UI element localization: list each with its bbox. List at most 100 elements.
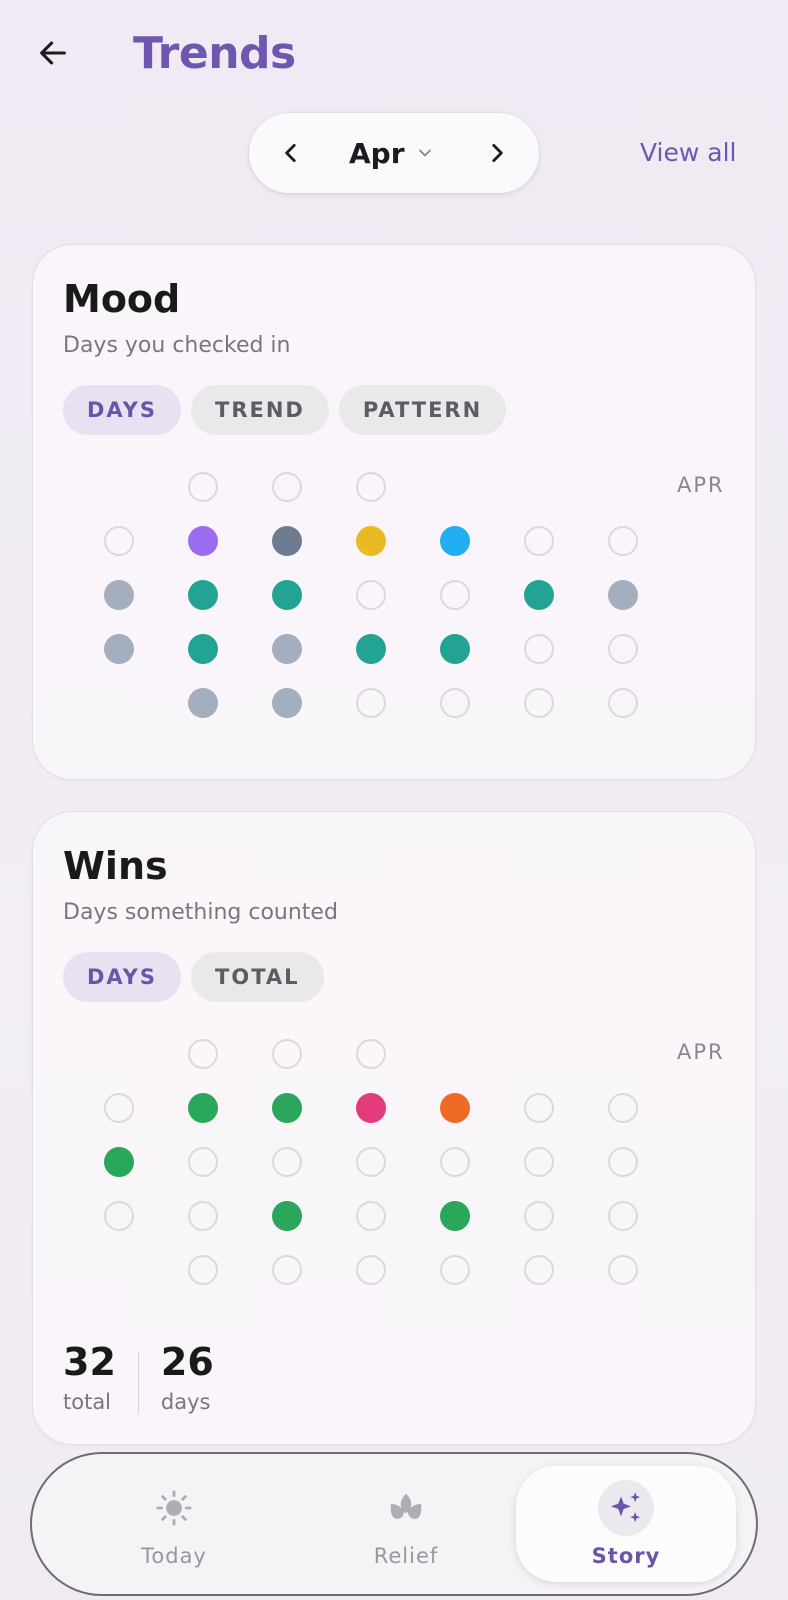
day-dot-empty[interactable]: [608, 1093, 638, 1123]
day-dot-empty[interactable]: [188, 1255, 218, 1285]
day-dot-filled[interactable]: [440, 1201, 470, 1231]
sparkles-icon: [598, 1480, 654, 1536]
day-dot-empty[interactable]: [524, 526, 554, 556]
chip-total[interactable]: TOTAL: [191, 952, 324, 1002]
nav-story-label: Story: [591, 1544, 661, 1568]
stat-days-value: 26: [160, 1340, 214, 1384]
day-dot-filled[interactable]: [272, 1093, 302, 1123]
day-dot-filled[interactable]: [356, 526, 386, 556]
bottom-navigation: Today Relief Story: [30, 1452, 758, 1596]
mood-card: Mood Days you checked in DAYS TREND PATT…: [32, 244, 756, 780]
arrow-left-icon: [40, 41, 66, 65]
chevron-left-icon: [285, 144, 296, 162]
nav-relief-label: Relief: [373, 1544, 439, 1568]
day-dot-empty[interactable]: [608, 1255, 638, 1285]
day-dot-empty[interactable]: [104, 1201, 134, 1231]
day-dot-empty[interactable]: [608, 1201, 638, 1231]
view-all-link[interactable]: View all: [640, 138, 736, 167]
day-dot-empty[interactable]: [356, 472, 386, 502]
day-dot-filled[interactable]: [356, 634, 386, 664]
day-dot-empty[interactable]: [524, 688, 554, 718]
day-dot-filled[interactable]: [188, 580, 218, 610]
day-dot-filled[interactable]: [188, 688, 218, 718]
day-dot-empty[interactable]: [188, 1201, 218, 1231]
chip-days[interactable]: DAYS: [63, 952, 182, 1002]
day-dot-filled[interactable]: [524, 580, 554, 610]
day-dot-empty[interactable]: [524, 1093, 554, 1123]
chip-pattern[interactable]: PATTERN: [338, 385, 507, 435]
day-dot-empty[interactable]: [440, 580, 470, 610]
day-dot-empty[interactable]: [188, 1147, 218, 1177]
day-dot-filled[interactable]: [188, 634, 218, 664]
day-dot-filled[interactable]: [272, 688, 302, 718]
day-dot-filled[interactable]: [188, 1093, 218, 1123]
day-dot-empty[interactable]: [356, 688, 386, 718]
next-month-button[interactable]: [477, 133, 517, 173]
day-dot-filled[interactable]: [272, 526, 302, 556]
day-dot-filled[interactable]: [104, 1147, 134, 1177]
day-dot-empty[interactable]: [188, 472, 218, 502]
mood-month-label: APR: [677, 473, 725, 497]
mood-view-chips: DAYS TREND PATTERN: [63, 385, 507, 435]
nav-today-label: Today: [141, 1544, 207, 1568]
day-dot-filled[interactable]: [440, 526, 470, 556]
chip-days[interactable]: DAYS: [63, 385, 182, 435]
day-dot-empty[interactable]: [356, 1039, 386, 1069]
day-dot-empty[interactable]: [608, 526, 638, 556]
day-dot-filled[interactable]: [440, 1093, 470, 1123]
day-dot-empty[interactable]: [356, 1147, 386, 1177]
day-dot-filled[interactable]: [272, 634, 302, 664]
day-dot-empty[interactable]: [524, 1147, 554, 1177]
chip-trend[interactable]: TREND: [191, 385, 329, 435]
day-dot-filled[interactable]: [440, 634, 470, 664]
day-dot-filled[interactable]: [272, 580, 302, 610]
day-dot-empty[interactable]: [272, 1147, 302, 1177]
day-dot-empty[interactable]: [608, 1147, 638, 1177]
nav-today[interactable]: Today: [94, 1454, 254, 1594]
previous-month-button[interactable]: [271, 133, 311, 173]
stat-days-label: days: [160, 1390, 211, 1414]
day-dot-empty[interactable]: [188, 1039, 218, 1069]
chevron-down-icon: [418, 149, 431, 157]
wins-card: Wins Days something counted DAYS TOTAL A…: [32, 811, 756, 1445]
day-dot-empty[interactable]: [608, 634, 638, 664]
day-dot-filled[interactable]: [608, 580, 638, 610]
day-dot-filled[interactable]: [104, 634, 134, 664]
day-dot-filled[interactable]: [104, 580, 134, 610]
day-dot-empty[interactable]: [356, 1201, 386, 1231]
day-dot-empty[interactable]: [440, 688, 470, 718]
month-dropdown[interactable]: Apr: [349, 133, 435, 173]
day-dot-empty[interactable]: [440, 1147, 470, 1177]
day-dot-filled[interactable]: [272, 1201, 302, 1231]
stat-total: 32 total: [63, 1340, 116, 1414]
stat-total-value: 32: [63, 1340, 116, 1384]
day-dot-filled[interactable]: [188, 526, 218, 556]
stat-days: 26 days: [161, 1340, 214, 1414]
day-dot-empty[interactable]: [608, 688, 638, 718]
day-dot-empty[interactable]: [272, 1255, 302, 1285]
nav-relief[interactable]: Relief: [326, 1454, 486, 1594]
chevron-right-icon: [492, 144, 503, 162]
day-dot-empty[interactable]: [524, 1201, 554, 1231]
day-dot-empty[interactable]: [356, 1255, 386, 1285]
day-dot-empty[interactable]: [272, 1039, 302, 1069]
day-dot-empty[interactable]: [524, 1255, 554, 1285]
day-dot-empty[interactable]: [104, 526, 134, 556]
day-dot-empty[interactable]: [104, 1093, 134, 1123]
day-dot-empty[interactable]: [440, 1255, 470, 1285]
mood-subtitle: Days you checked in: [63, 333, 291, 358]
wins-title: Wins: [63, 844, 168, 888]
nav-story[interactable]: Story: [516, 1466, 736, 1582]
wins-view-chips: DAYS TOTAL: [63, 952, 324, 1002]
day-dot-filled[interactable]: [356, 1093, 386, 1123]
day-dot-empty[interactable]: [524, 634, 554, 664]
wins-subtitle: Days something counted: [63, 900, 338, 925]
wins-stats: 32 total 26 days: [63, 1340, 214, 1414]
mood-calendar-grid: [33, 245, 757, 779]
day-dot-empty[interactable]: [356, 580, 386, 610]
day-dot-empty[interactable]: [272, 472, 302, 502]
sun-icon: [146, 1480, 202, 1536]
month-label: Apr: [349, 136, 405, 170]
back-button[interactable]: [30, 30, 76, 76]
wins-month-label: APR: [677, 1040, 725, 1064]
